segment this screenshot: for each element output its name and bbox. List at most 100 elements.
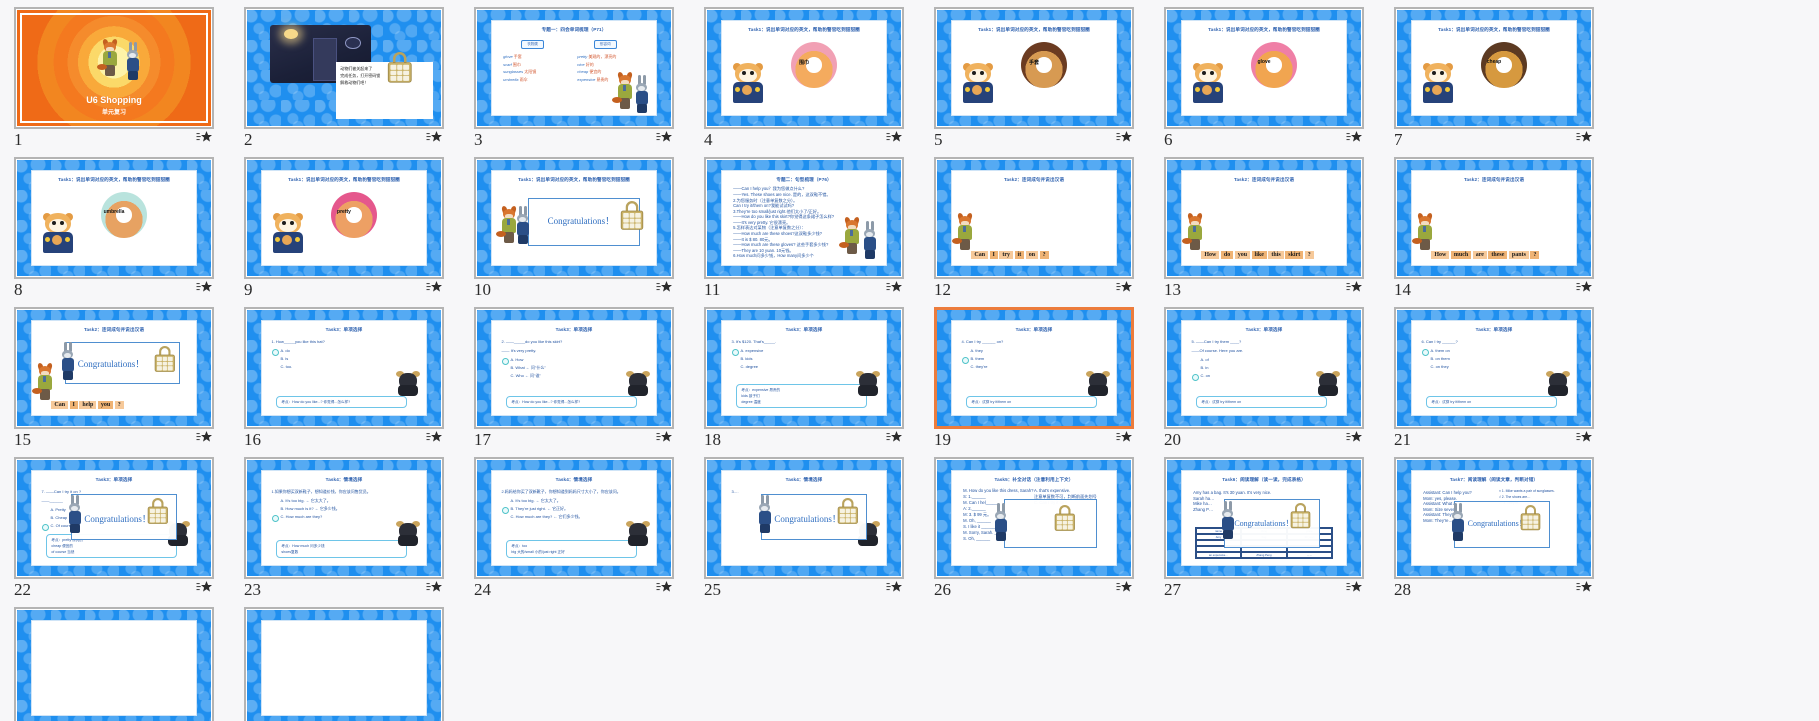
animation-star-icon[interactable] bbox=[886, 280, 902, 296]
word-tile-4[interactable]: you bbox=[97, 400, 114, 409]
animation-star-icon[interactable] bbox=[426, 580, 442, 596]
slide-cell-9[interactable]: Task1：说出单词对应的英文，帮助豹警官吃到甜甜圈 pretty 9 bbox=[230, 152, 460, 302]
slide-thumbnail-24[interactable]: Task4：情境选择 2.妈妈给你买了双新靴子，你想知道到妈妈尺寸大小了，你应该问… bbox=[474, 457, 674, 579]
slide-cell-16[interactable]: Task3：单项选择 1. How_____you like this hat? A… bbox=[230, 302, 460, 452]
slide-thumbnail-12[interactable]: Task2：连词成句并说出汉语 Can Itry it on? bbox=[934, 157, 1134, 279]
slide-cell-18[interactable]: Task3：单项选择 3. It's $120. That's_____. A. e… bbox=[690, 302, 920, 452]
animation-star-icon[interactable] bbox=[656, 280, 672, 296]
slide-thumbnail-3[interactable]: 专题一：四会单词梳理（P71） 衣物类 形容词 glove 手套 scarf 围巾 sun… bbox=[474, 7, 674, 129]
word-tile-2[interactable]: much bbox=[1450, 250, 1472, 259]
slide-thumbnail-19[interactable]: Task3：单项选择 4. Can I try ______ on? A. they… bbox=[934, 307, 1134, 429]
slide-thumbnail-27[interactable]: Task6：阅读理解（读一读，完成表格） Amy has a bag. It's … bbox=[1164, 457, 1364, 579]
slide-cell-24[interactable]: Task4：情境选择 2.妈妈给你买了双新靴子，你想知道到妈妈尺寸大小了，你应该问… bbox=[460, 452, 690, 602]
word-tile-1[interactable]: Can bbox=[51, 400, 69, 409]
animation-star-icon[interactable] bbox=[1346, 580, 1362, 596]
word-tile-6[interactable]: ? bbox=[1039, 250, 1049, 259]
slide-cell-7[interactable]: Task1：说出单词对应的英文，帮助豹警官吃到甜甜圈 cheap 7 bbox=[1380, 2, 1610, 152]
animation-star-icon[interactable] bbox=[426, 130, 442, 146]
mc-option-1[interactable]: A. It's too big. ← 它太大了。 bbox=[501, 497, 648, 505]
slide-thumbnail-18[interactable]: Task3：单项选择 3. It's $120. That's_____. A. e… bbox=[704, 307, 904, 429]
animation-star-icon[interactable] bbox=[196, 130, 212, 146]
slide-thumbnail-8[interactable]: Task1：说出单词对应的英文，帮助豹警官吃到甜甜圈 umbrella bbox=[14, 157, 214, 279]
mc-option-1[interactable]: A. them on bbox=[1421, 347, 1568, 356]
slide-cell-27[interactable]: Task6：阅读理解（读一读，完成表格） Amy has a bag. It's … bbox=[1150, 452, 1380, 602]
word-tile-1[interactable]: Can bbox=[971, 250, 989, 259]
word-tile-1[interactable]: How bbox=[1431, 250, 1450, 259]
mc-option-2[interactable]: B. on them bbox=[1421, 355, 1568, 363]
animation-star-icon[interactable] bbox=[196, 430, 212, 446]
slide-thumbnail-14[interactable]: Task2：连词成句并说出汉语 How much are these pants? bbox=[1394, 157, 1594, 279]
slide-cell-13[interactable]: Task2：连词成句并说出汉语 How do you like this skirt? 13 bbox=[1150, 152, 1380, 302]
slide-cell-14[interactable]: Task2：连词成句并说出汉语 How much are these pants? 14 bbox=[1380, 152, 1610, 302]
slide-cell-21[interactable]: Task3：单项选择 6. Can I try ______? A. them on… bbox=[1380, 302, 1610, 452]
animation-star-icon[interactable] bbox=[1576, 280, 1592, 296]
slide-thumbnail-25[interactable]: Task4：情境选择 3.… Congratulations！ bbox=[704, 457, 904, 579]
animation-star-icon[interactable] bbox=[426, 280, 442, 296]
mc-option-1[interactable]: A. they bbox=[961, 347, 1108, 355]
slide-thumbnail-28[interactable]: Task7：阅读理解（阅读文章，判断对错） Assistant: Can I he… bbox=[1394, 457, 1594, 579]
slide-sorter-view[interactable]: U6 Shopping 单元复习 1 动物们被关起来了 完成任务，打开密码锁 解救动物们吧… bbox=[0, 0, 1819, 721]
slide-thumbnail-10[interactable]: Task1：说出单词对应的英文，帮助豹警官吃到甜甜圈 Congratulation… bbox=[474, 157, 674, 279]
mc-option-1[interactable]: A. do bbox=[271, 347, 418, 356]
sentence-word-strip[interactable]: Can Itry it on? bbox=[971, 250, 1049, 259]
animation-star-icon[interactable] bbox=[1346, 130, 1362, 146]
slide-thumbnail-5[interactable]: Task1：说出单词对应的英文，帮助豹警官吃到甜甜圈 手套 bbox=[934, 7, 1134, 129]
slide-thumbnail-30[interactable] bbox=[244, 607, 444, 721]
slide-cell-5[interactable]: Task1：说出单词对应的英文，帮助豹警官吃到甜甜圈 手套 5 bbox=[920, 2, 1150, 152]
slide-thumbnail-15[interactable]: Task2：连词成句并说出汉语 Can Ihelp you? Congratulatio… bbox=[14, 307, 214, 429]
animation-star-icon[interactable] bbox=[1576, 130, 1592, 146]
animation-star-icon[interactable] bbox=[426, 430, 442, 446]
slide-cell-17[interactable]: Task3：单项选择 2. ——_____do you like this ski… bbox=[460, 302, 690, 452]
slide-cell-8[interactable]: Task1：说出单词对应的英文，帮助豹警官吃到甜甜圈 umbrella 8 bbox=[0, 152, 230, 302]
slide-cell-22[interactable]: Task3：单项选择 7. ——Can I try it on ? ——______… bbox=[0, 452, 230, 602]
word-tile-3[interactable]: you bbox=[1234, 250, 1251, 259]
slide-thumbnail-17[interactable]: Task3：单项选择 2. ——_____do you like this ski… bbox=[474, 307, 674, 429]
slide-cell-12[interactable]: Task2：连词成句并说出汉语 Can Itry it on? 12 bbox=[920, 152, 1150, 302]
slide-thumbnail-11[interactable]: 专题二：句型梳理（P76） ——Can I help you？我为您做点什么? ——… bbox=[704, 157, 904, 279]
animation-star-icon[interactable] bbox=[886, 430, 902, 446]
slide-thumbnail-23[interactable]: Task4：情境选择 1.如果你想买双新鞋子，想知道价钱，你应该问售货员。 A. I… bbox=[244, 457, 444, 579]
slide-thumbnail-6[interactable]: Task1：说出单词对应的英文，帮助豹警官吃到甜甜圈 glove bbox=[1164, 7, 1364, 129]
slide-cell-10[interactable]: Task1：说出单词对应的英文，帮助豹警官吃到甜甜圈 Congratulation… bbox=[460, 152, 690, 302]
slide-cell-4[interactable]: Task1：说出单词对应的英文，帮助豹警官吃到甜甜圈 围巾 4 bbox=[690, 2, 920, 152]
mc-option-2[interactable]: B. How much is it? ← 它多少钱。 bbox=[271, 505, 418, 513]
word-tile-3[interactable]: try bbox=[999, 250, 1014, 259]
slide-cell-28[interactable]: Task7：阅读理解（阅读文章，判断对错） Assistant: Can I he… bbox=[1380, 452, 1610, 602]
animation-star-icon[interactable] bbox=[196, 580, 212, 596]
slide-cell-6[interactable]: Task1：说出单词对应的英文，帮助豹警官吃到甜甜圈 glove 6 bbox=[1150, 2, 1380, 152]
animation-star-icon[interactable] bbox=[886, 580, 902, 596]
slide-thumbnail-26[interactable]: Task5：补全对话（注意利用上下文） M. How do you like th… bbox=[934, 457, 1134, 579]
mc-option-2[interactable]: B. They're just right. ← 它正好。 bbox=[501, 505, 648, 514]
slide-cell-29[interactable]: 29 bbox=[0, 602, 230, 721]
slide-thumbnail-16[interactable]: Task3：单项选择 1. How_____you like this hat? A… bbox=[244, 307, 444, 429]
word-tile-5[interactable]: pants bbox=[1508, 250, 1529, 259]
word-tile-2[interactable]: I bbox=[989, 250, 998, 259]
sentence-word-strip[interactable]: How much are these pants? bbox=[1431, 250, 1540, 259]
slide-cell-19[interactable]: Task3：单项选择 4. Can I try ______ on? A. they… bbox=[920, 302, 1150, 452]
word-tile-5[interactable]: this bbox=[1268, 250, 1284, 259]
animation-star-icon[interactable] bbox=[1576, 580, 1592, 596]
animation-star-icon[interactable] bbox=[656, 430, 672, 446]
slide-cell-1[interactable]: U6 Shopping 单元复习 1 bbox=[0, 2, 230, 152]
animation-star-icon[interactable] bbox=[886, 130, 902, 146]
word-tile-7[interactable]: ? bbox=[1304, 250, 1314, 259]
word-tile-5[interactable]: ? bbox=[114, 400, 124, 409]
slide-cell-15[interactable]: Task2：连词成句并说出汉语 Can Ihelp you? Congratulatio… bbox=[0, 302, 230, 452]
animation-star-icon[interactable] bbox=[1116, 280, 1132, 296]
slide-thumbnail-2[interactable]: 动物们被关起来了 完成任务，打开密码锁 解救动物们吧！ bbox=[244, 7, 444, 129]
slide-thumbnail-29[interactable] bbox=[14, 607, 214, 721]
word-tile-4[interactable]: it bbox=[1014, 250, 1025, 259]
slide-cell-3[interactable]: 专题一：四会单词梳理（P71） 衣物类 形容词 glove 手套 scarf 围巾 sun… bbox=[460, 2, 690, 152]
slide-thumbnail-20[interactable]: Task3：单项选择 5. ——Can I try them ____? ——Of … bbox=[1164, 307, 1364, 429]
slide-thumbnail-22[interactable]: Task3：单项选择 7. ——Can I try it on ? ——______… bbox=[14, 457, 214, 579]
animation-star-icon[interactable] bbox=[656, 130, 672, 146]
word-tile-4[interactable]: these bbox=[1488, 250, 1508, 259]
slide-thumbnail-1[interactable]: U6 Shopping 单元复习 bbox=[14, 7, 214, 129]
word-tile-6[interactable]: skirt bbox=[1285, 250, 1304, 259]
sentence-word-strip[interactable]: How do you like this skirt? bbox=[1201, 250, 1314, 259]
mc-option-1[interactable]: A. How bbox=[501, 356, 648, 365]
slide-cell-2[interactable]: 动物们被关起来了 完成任务，打开密码锁 解救动物们吧！ 2 bbox=[230, 2, 460, 152]
animation-star-icon[interactable] bbox=[656, 580, 672, 596]
word-tile-3[interactable]: help bbox=[79, 400, 97, 409]
mc-option-2[interactable]: B. them bbox=[961, 355, 1108, 364]
